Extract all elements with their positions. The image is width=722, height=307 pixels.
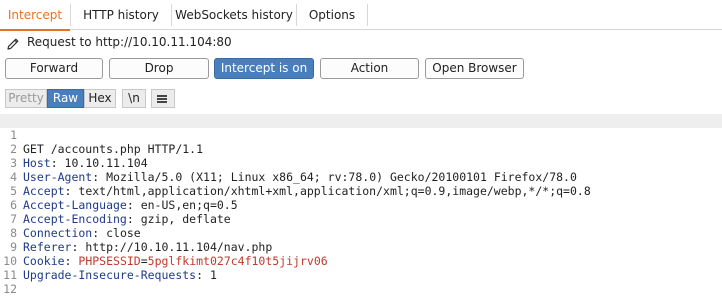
hamburger-menu-icon [157,95,167,103]
editor-line[interactable]: 11 [0,254,722,282]
show-newlines-button[interactable]: \n [122,89,146,108]
request-editor[interactable]: 1 GET /accounts.php HTTP/1.1 2 Host: 10.… [0,114,722,307]
request-info-row: Request to http://10.10.11.104:80 [0,32,722,54]
action-button[interactable]: Action [320,58,419,79]
editor-line[interactable]: 5 Accept-Language: en-US,en;q=0.5 [0,170,722,212]
pencil-icon [7,38,19,50]
hex-view-button[interactable]: Hex [84,89,116,108]
editor-line[interactable]: 4 Accept: text/html,application/xhtml+xm… [0,156,722,198]
editor-line[interactable]: 7 Connection: close [0,198,722,240]
drop-button[interactable]: Drop [109,58,209,79]
editor-line[interactable]: 12 [0,268,722,296]
tab-options[interactable]: Options [297,0,367,30]
tab-http-history[interactable]: HTTP history [71,0,171,30]
tab-divider [367,4,368,26]
editor-line[interactable]: 2 Host: 10.10.11.104 [0,128,722,170]
request-target-label: Request to http://10.10.11.104:80 [27,35,232,49]
editor-line[interactable]: 3 User-Agent: Mozilla/5.0 (X11; Linux x8… [0,142,722,184]
intercept-toggle-button[interactable]: Intercept is on [214,58,314,79]
open-browser-button[interactable]: Open Browser [425,58,524,79]
editor-line[interactable]: 10 Upgrade-Insecure-Requests: 1 [0,240,722,282]
editor-line[interactable]: 6 Accept-Encoding: gzip, deflate [0,184,722,226]
line-number: 12 [3,282,17,296]
message-view-toolbar: Pretty Raw Hex \n [0,87,722,111]
editor-line[interactable]: 1 GET /accounts.php HTTP/1.1 [0,114,722,156]
editor-line[interactable]: 9 Cookie: PHPSESSID=5pglfkimt027c4f10t5j… [0,226,722,268]
editor-line[interactable]: 8 Referer: http://10.10.11.104/nav.php [0,212,722,254]
view-menu-button[interactable] [151,89,175,108]
forward-button[interactable]: Forward [5,58,103,79]
tab-bar: Intercept HTTP history WebSockets histor… [0,0,722,31]
raw-view-button[interactable]: Raw [47,89,84,108]
pretty-view-button[interactable]: Pretty [5,89,47,108]
tab-websockets-history[interactable]: WebSockets history [172,0,296,30]
tab-intercept[interactable]: Intercept [0,0,70,31]
